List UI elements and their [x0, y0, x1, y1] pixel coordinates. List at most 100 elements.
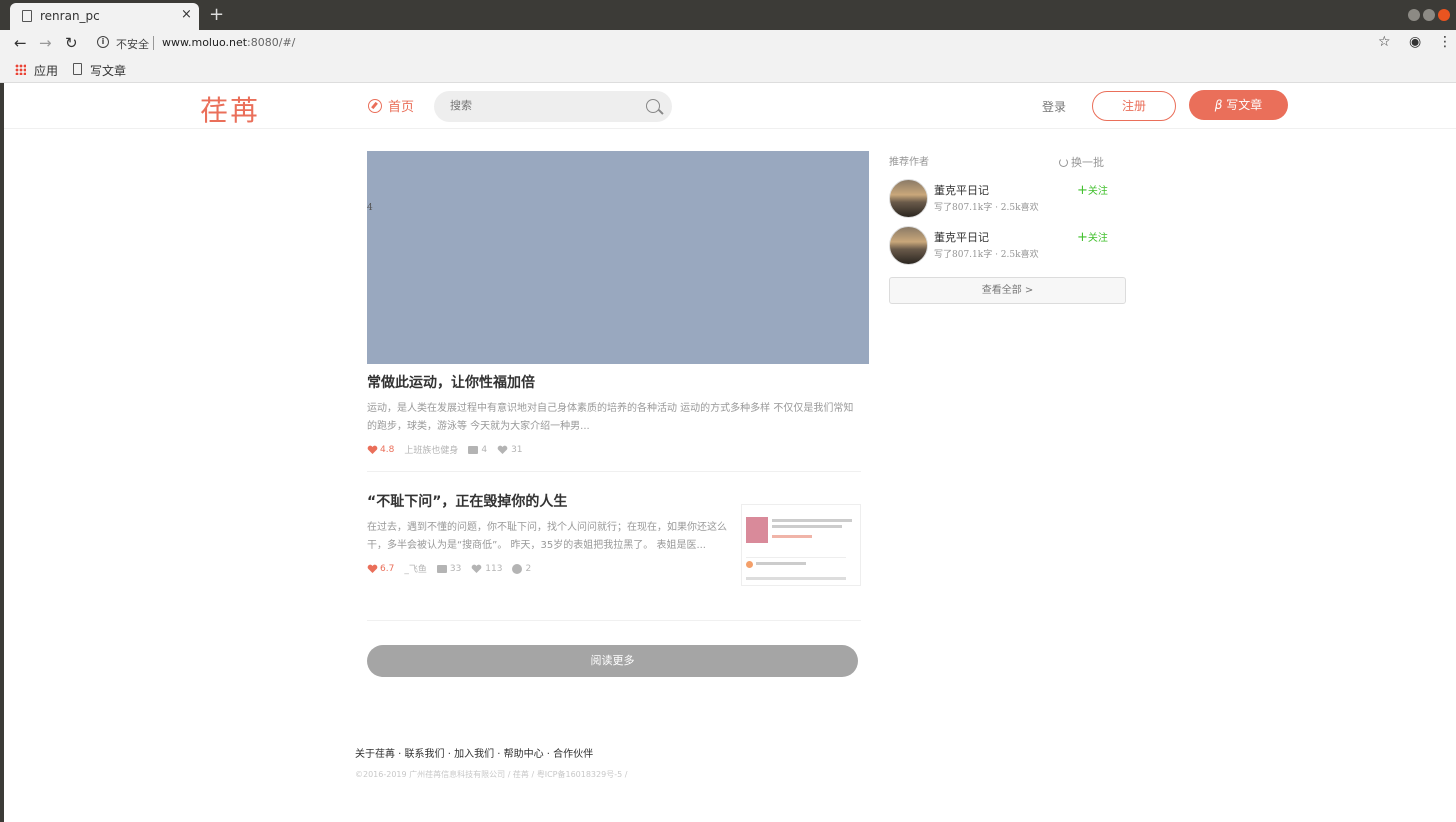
apps-grid-icon	[15, 64, 26, 75]
forward-arrow-icon[interactable]: →	[39, 34, 52, 52]
author-name[interactable]: 董克平日记	[934, 229, 989, 245]
article-rewards-count: 2	[525, 563, 532, 574]
info-icon[interactable]: i	[97, 36, 109, 48]
article-likes-count: 31	[511, 444, 523, 455]
article-comments[interactable]: 33	[436, 563, 462, 574]
refresh-label: 换一批	[1071, 156, 1104, 169]
article-author[interactable]: _飞鱼	[404, 562, 427, 575]
account-icon[interactable]: ◉	[1409, 34, 1421, 50]
author-name[interactable]: 董克平日记	[934, 182, 989, 198]
article-meta: 6.7 _飞鱼 33 113 2	[367, 562, 727, 575]
browser-toolbar: ← → ↻ i 不安全 www.moluo.net:8080/#/ ☆ ◉ ⋮	[0, 30, 1456, 57]
tab-title: renran_pc	[40, 9, 100, 23]
heart-icon	[471, 564, 482, 573]
article-comments-count: 33	[449, 563, 462, 574]
article-divider	[367, 471, 861, 472]
write-article-label: 写文章	[1226, 98, 1263, 112]
url-path: :8080/#/	[247, 36, 296, 49]
author-info: 写了807.1k字 · 2.5k喜欢	[934, 203, 1039, 213]
pen-icon: β	[1214, 98, 1223, 112]
article-score: 6.7	[367, 564, 394, 574]
article-thumbnail[interactable]	[741, 504, 861, 586]
article-meta: 4.8 上班族也健身 4 31	[367, 443, 861, 456]
window-edge	[0, 83, 4, 822]
search-box	[434, 91, 672, 122]
diamond-heart-icon	[367, 445, 378, 454]
divider	[153, 36, 154, 50]
refresh-authors-button[interactable]: 换一批	[1059, 154, 1104, 170]
avatar[interactable]	[889, 226, 928, 265]
article-divider	[367, 620, 861, 621]
new-tab-button[interactable]: +	[209, 4, 224, 25]
author-item: 董克平日记 写了807.1k字 · 2.5k喜欢 +关注	[889, 226, 1119, 266]
search-icon[interactable]	[646, 99, 660, 113]
star-icon[interactable]: ☆	[1378, 34, 1391, 50]
insecure-label: 不安全	[116, 38, 149, 51]
maximize-button[interactable]	[1423, 9, 1435, 21]
comment-icon	[468, 445, 479, 454]
menu-icon[interactable]: ⋮	[1438, 34, 1452, 50]
article-comments[interactable]: 4	[468, 445, 487, 455]
nav-home-label: 首页	[388, 100, 415, 115]
article-rewards: 2	[512, 563, 532, 574]
comment-icon	[436, 564, 447, 573]
follow-button[interactable]: +关注	[1077, 182, 1108, 198]
thumbnail-line	[772, 535, 812, 538]
article-abstract: 在过去，遇到不懂的问题，你不耻下问，找个人问问就行；在现在，如果你还这么干，多半…	[367, 522, 727, 551]
follow-label: 关注	[1087, 186, 1108, 197]
plus-icon: +	[1077, 230, 1088, 245]
refresh-icon	[1059, 157, 1068, 167]
thumbnail-line	[772, 519, 852, 522]
money-icon	[512, 563, 523, 574]
thumbnail-photo	[746, 517, 768, 543]
login-link[interactable]: 登录	[1042, 98, 1066, 115]
nav-home[interactable]: 首页	[368, 96, 414, 115]
plus-icon: +	[1077, 183, 1088, 198]
reload-icon[interactable]: ↻	[65, 34, 78, 52]
url-host: www.moluo.net	[162, 36, 248, 49]
follow-button[interactable]: +关注	[1077, 229, 1108, 245]
read-more-button[interactable]: 阅读更多	[367, 645, 858, 677]
thumbnail-line	[772, 525, 842, 528]
avatar[interactable]	[889, 179, 928, 218]
document-icon	[73, 63, 82, 75]
article-likes-count: 113	[485, 563, 503, 574]
thumbnail-line	[746, 577, 846, 580]
back-arrow-icon[interactable]: ←	[14, 34, 27, 52]
footer-copyright: ©2016-2019 广州荏苒信息科技有限公司 / 荏苒 / 粤ICP备1601…	[355, 770, 628, 779]
write-article-button[interactable]: β 写文章	[1189, 90, 1288, 120]
follow-label: 关注	[1087, 233, 1108, 244]
article-comments-count: 4	[481, 444, 488, 455]
browser-titlebar: renran_pc × +	[0, 0, 1456, 30]
bookmarks-bar: 应用 写文章	[0, 57, 1456, 83]
diamond-heart-icon	[367, 564, 378, 573]
article-likes: 113	[471, 564, 502, 574]
window-controls	[1408, 9, 1450, 21]
thumbnail-line	[746, 557, 846, 558]
minimize-button[interactable]	[1408, 9, 1420, 21]
footer-links[interactable]: 关于荏苒 · 联系我们 · 加入我们 · 帮助中心 · 合作伙伴	[355, 745, 593, 760]
author-item: 董克平日记 写了807.1k字 · 2.5k喜欢 +关注	[889, 179, 1119, 219]
article-score-value: 4.8	[380, 444, 395, 455]
bookmark-apps[interactable]: 应用	[34, 62, 58, 79]
article-item: 常做此运动，让你性福加倍 运动，是人类在发展过程中有意识地对自己身体素质的培养的…	[367, 372, 861, 456]
close-window-button[interactable]	[1438, 9, 1450, 21]
article-title[interactable]: “不耻下问”，正在毁掉你的人生	[367, 491, 727, 511]
search-input[interactable]	[450, 99, 630, 112]
heart-icon	[497, 445, 508, 454]
article-title[interactable]: 常做此运动，让你性福加倍	[367, 372, 861, 392]
site-logo[interactable]: 荏苒	[200, 89, 260, 129]
article-author[interactable]: 上班族也健身	[404, 443, 458, 456]
site-header: 荏苒 首页 登录 注册 β 写文章	[4, 83, 1456, 129]
bookmark-write[interactable]: 写文章	[90, 62, 126, 79]
compass-icon	[368, 98, 382, 113]
banner-index: 4	[367, 203, 373, 213]
banner-carousel[interactable]: 4	[367, 151, 869, 364]
thumbnail-line	[756, 562, 806, 565]
browser-tab[interactable]: renran_pc ×	[10, 3, 199, 30]
see-all-button[interactable]: 查看全部 >	[889, 277, 1126, 304]
document-icon	[22, 10, 32, 22]
close-tab-icon[interactable]: ×	[181, 7, 192, 22]
address-bar[interactable]: www.moluo.net:8080/#/	[162, 36, 295, 49]
register-button[interactable]: 注册	[1092, 91, 1176, 121]
